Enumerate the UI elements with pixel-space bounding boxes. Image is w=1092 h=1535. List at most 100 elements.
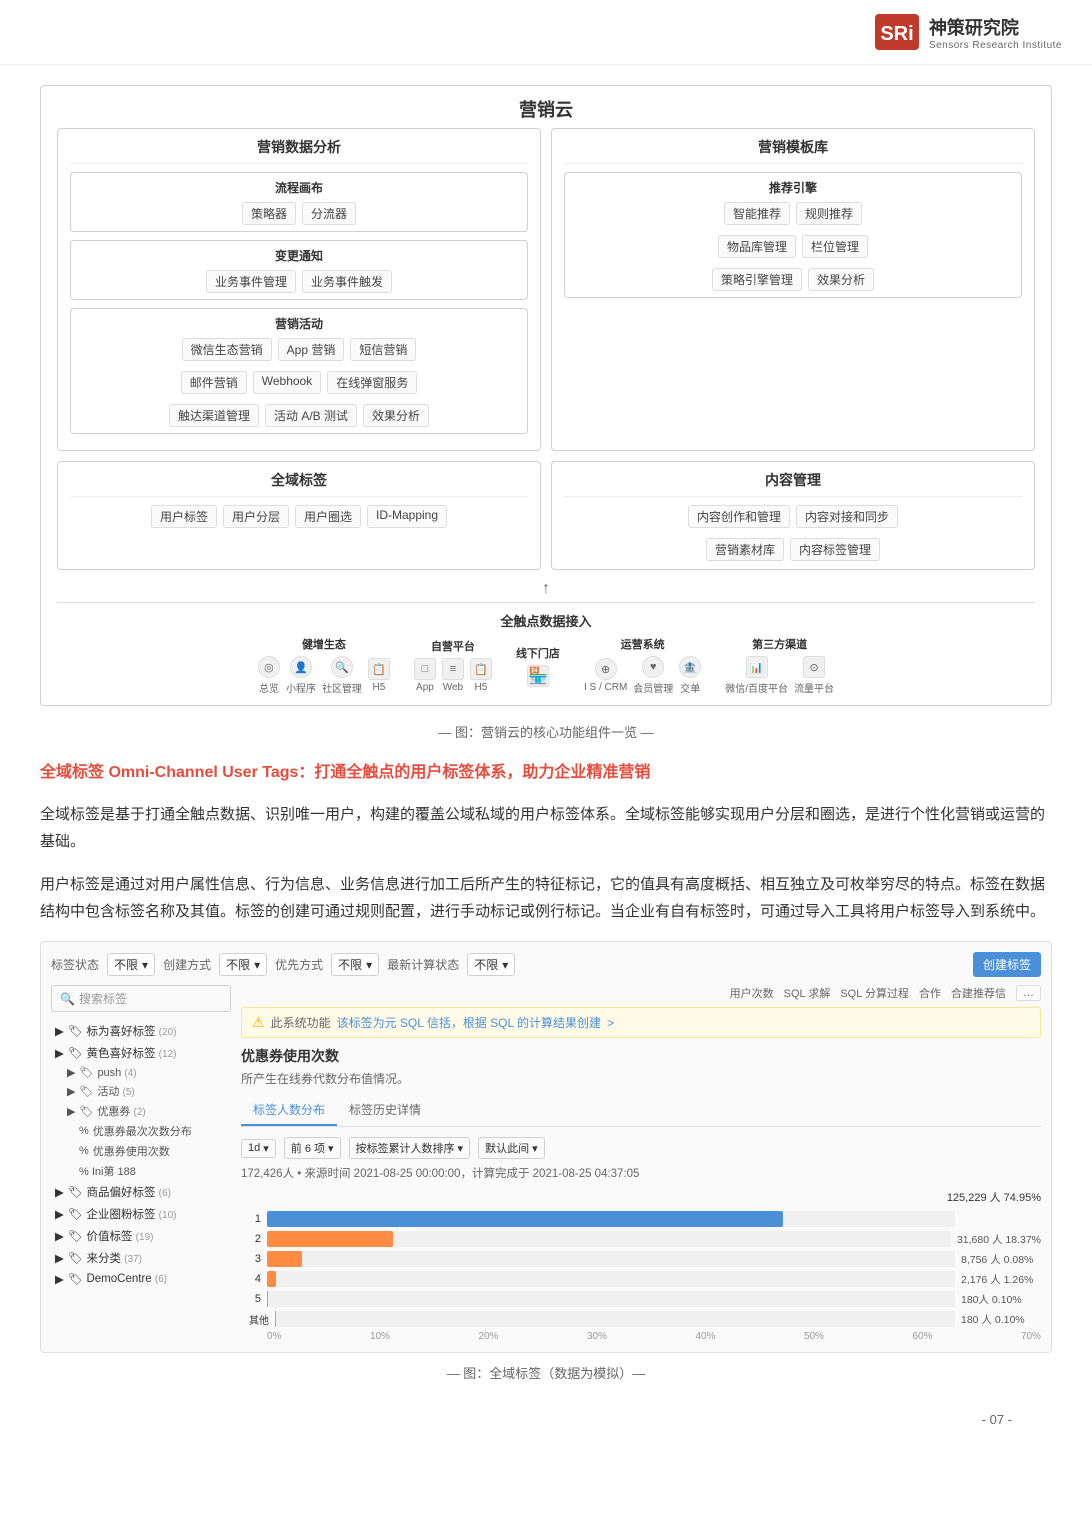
tab-item[interactable]: SQL 分算过程 [840,985,909,1001]
bar-track [267,1291,955,1307]
toolbar-label-calc: 最新计算状态 [387,956,459,973]
rect-icon: 📋 [470,658,492,680]
sidebar-item[interactable]: ▶ 🏷 DemoCentre (6) [51,1269,231,1289]
alert-arrow[interactable]: > [607,1016,614,1030]
sidebar-sub-item[interactable]: % 优惠券使用次数 [51,1141,231,1161]
circle-icon: 🔍 [331,656,353,678]
tp-icon-item: ⊙ 流量平台 [794,656,834,695]
bar-label: 2 [241,1233,261,1245]
toolbar-label-priority: 优先方式 [275,956,323,973]
rect-icon: 📊 [746,656,768,678]
header: SRi 神策研究院 Sensors Research Institute [0,0,1092,65]
sidebar-sub-item[interactable]: ▶ 🏷 push (4) [51,1064,231,1081]
list-item: 微信生态营销 [182,338,272,361]
yingxiao-template-title: 营销模板库 [564,137,1022,164]
sidebar-item[interactable]: ▶ 🏷 商品偏好标签 (6) [51,1181,231,1203]
bar-row: 2 31,680 人 18.37% [241,1231,1041,1247]
sidebar-item[interactable]: ▶ 🏷 企业圈粉标签 (10) [51,1203,231,1225]
touchpoints-icons: 健增生态 ◎ 总览 👤 小程序 🔍 [57,636,1035,695]
list-item: ID-Mapping [367,505,447,528]
default-select[interactable]: 默认此间 ▾ [478,1137,545,1159]
circle-icon: 👤 [290,656,312,678]
tp-group-disan: 第三方渠道 📊 微信/百度平台 ⊙ 流量平台 [725,636,834,695]
liucheng-subsection: 流程画布 策略器 分流器 [70,172,528,232]
top-select[interactable]: 前 6 项 ▾ [284,1137,341,1159]
create-tag-button[interactable]: 创建标签 [973,952,1041,977]
bar-row: 其他 180 人 0.10% [241,1311,1041,1327]
circle-icon: ♥ [642,656,664,678]
svg-text:SRi: SRi [880,23,913,45]
logo-en: Sensors Research Institute [929,40,1062,51]
quanyu-section: 全域标签 用户标签 用户分层 用户圈选 ID-Mapping [57,461,541,570]
bar-label: 4 [241,1273,261,1285]
alert-link[interactable]: 该标签为元 SQL 信括，根据 SQL 的计算结果创建 [337,1014,601,1031]
create-select[interactable]: 不限 ▾ [219,953,267,976]
rect-icon: ≡ [442,658,464,680]
tab-item[interactable]: 合作 [919,985,941,1001]
tp-group-title: 运营系统 [621,636,665,652]
yingxiao-activities-subsection: 营销活动 微信生态营销 App 营销 短信营销 邮件营销 Webhook 在线弹… [70,308,528,434]
list-item: 物品库管理 [718,235,796,258]
quanyu-items: 用户标签 用户分层 用户圈选 ID-Mapping [70,505,528,528]
yingxiao-data-title: 营销数据分析 [70,137,528,164]
diagram2-caption: — 图：全域标签（数据为模拟）— [40,1363,1052,1382]
more-btn[interactable]: … [1016,985,1041,1001]
yingxiao-activities-title: 营销活动 [79,315,519,332]
sidebar-item[interactable]: ▶ 🏷 来分类 (37) [51,1247,231,1269]
tab-item[interactable]: SQL 求解 [784,985,831,1001]
main-content: 营销云 营销数据分析 流程画布 策略器 分流器 [0,65,1092,1457]
sidebar-sub-item[interactable]: % Ini第 188 [51,1161,231,1181]
toolbar-label-create: 创建方式 [163,956,211,973]
sidebar-sub-item[interactable]: ▶ 🏷 活动 (5) [51,1081,231,1101]
bar-label: 5 [241,1293,261,1305]
biangeng-items: 业务事件管理 业务事件触发 [79,270,519,293]
time-select[interactable]: 1d ▾ [241,1139,276,1158]
sidebar-sub-item[interactable]: ▶ 🏷 优惠券 (2) [51,1101,231,1121]
bar-value: 180 人 0.10% [961,1312,1041,1327]
sidebar-item[interactable]: ▶ 🏷 价值标签 (19) [51,1225,231,1247]
tp-icon-item: 🏦 交单 [679,656,701,695]
arrow-down: ↑ [57,580,1035,598]
neirong-section: 内容管理 内容创作和管理 内容对接和同步 营销素材库 内容标签管理 [551,461,1035,570]
list-item: App 营销 [278,338,345,361]
tp-icons-row: 🏪 [527,665,549,687]
sidebar-item[interactable]: ▶ 🏷 黄色喜好标签 (12) [51,1042,231,1064]
sidebar-item[interactable]: ▶ 🏷 标为喜好标签 (20) [51,1020,231,1042]
bottom-two-col: 全域标签 用户标签 用户分层 用户圈选 ID-Mapping 内容管理 内容创作… [57,461,1035,570]
body-para1: 全域标签是基于打通全触点数据、识别唯一用户，构建的覆盖公域私域的用户标签体系。全… [40,801,1052,855]
tab-distribution[interactable]: 标签人数分布 [241,1095,337,1126]
tp-icons-row: 📊 微信/百度平台 ⊙ 流量平台 [725,656,834,695]
bar-fill [267,1211,783,1227]
sidebar-sub-item[interactable]: % 优惠券最次次数分布 [51,1121,231,1141]
status-select[interactable]: 不限 ▾ [107,953,155,976]
tab-item[interactable]: 合建推荐信 [951,985,1006,1001]
rect-icon: 📋 [368,658,390,680]
diagram-title: 营销云 [519,100,573,120]
calc-select[interactable]: 不限 ▾ [467,953,515,976]
list-item: 内容对接和同步 [796,505,898,528]
search-bar[interactable]: 🔍 搜索标签 [51,985,231,1012]
liucheng-items: 策略器 分流器 [79,202,519,225]
list-item: 规则推荐 [796,202,862,225]
bar-fill [267,1251,302,1267]
sort-select[interactable]: 按标签累计人数排序 ▾ [349,1137,471,1159]
tab-history[interactable]: 标签历史详情 [337,1095,433,1126]
bar-label: 1 [241,1213,261,1225]
priority-select[interactable]: 不限 ▾ [331,953,379,976]
list-item: 栏位管理 [802,235,868,258]
list-item: 策略引擎管理 [712,268,802,291]
bar-track [275,1311,955,1327]
list-item: 用户圈选 [295,505,361,528]
bar-row: 1 [241,1211,1041,1227]
logo: SRi 神策研究院 Sensors Research Institute [873,12,1062,52]
list-item: 智能推荐 [724,202,790,225]
tuijian-subsection: 推荐引擎 智能推荐 规则推荐 物品库管理 栏位管理 策略引擎管理 [564,172,1022,298]
tab-item[interactable]: 用户次数 [730,985,774,1001]
sidebar-group: ▶ 🏷 标为喜好标签 (20) ▶ 🏷 黄色喜好标签 (12) ▶ 🏷 push… [51,1020,231,1289]
tp-icon-item: ≡ Web [442,658,464,693]
list-item: 用户分层 [223,505,289,528]
list-item: 触达渠道管理 [169,404,259,427]
tuijian-items: 智能推荐 规则推荐 物品库管理 栏位管理 策略引擎管理 效果分析 [573,202,1013,291]
logo-text: 神策研究院 Sensors Research Institute [929,14,1062,51]
page-number: - 07 - [40,1402,1052,1427]
